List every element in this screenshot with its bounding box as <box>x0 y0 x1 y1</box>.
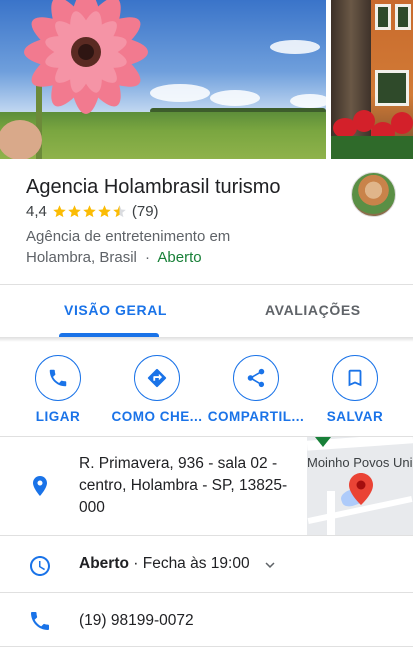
share-button[interactable]: COMPARTIL... <box>206 355 306 424</box>
star-icon <box>83 205 96 218</box>
separator-dot: · <box>145 249 151 266</box>
hours-row[interactable]: Aberto · Fecha às 19:00 <box>79 555 250 573</box>
hours-detail: · Fecha às 19:00 <box>128 555 250 572</box>
category-line: Agência de entretenimento em Holambra, B… <box>26 226 266 268</box>
share-button-label: COMPARTIL... <box>207 409 305 424</box>
tabs-shadow <box>0 337 413 342</box>
location-pin-icon <box>28 474 52 498</box>
tab-reviews[interactable]: AVALIAÇÕES <box>265 302 361 318</box>
phone-icon <box>49 369 67 387</box>
save-button-label: SALVAR <box>326 409 384 424</box>
divider <box>0 535 413 536</box>
directions-button-circle[interactable] <box>134 355 180 401</box>
star-icon <box>53 205 66 218</box>
reviews-count: (79) <box>131 203 159 220</box>
place-name: Agencia Holambrasil turismo <box>26 176 281 198</box>
directions-button[interactable]: COMO CHE... <box>107 355 207 424</box>
star-icon <box>98 205 111 218</box>
divider <box>0 284 413 285</box>
hours-status: Aberto <box>79 555 129 572</box>
star-half-icon <box>113 205 126 218</box>
rating-value: 4,4 <box>26 203 47 220</box>
divider <box>0 646 413 647</box>
call-button-label: LIGAR <box>35 409 81 424</box>
map-thumbnail[interactable]: Moinho Povos Uni <box>307 437 413 535</box>
map-label: Moinho Povos Uni <box>307 455 413 470</box>
directions-icon <box>147 368 167 388</box>
phone-number[interactable]: (19) 98199-0072 <box>79 612 194 630</box>
rating-stars <box>52 204 127 219</box>
directions-button-label: COMO CHE... <box>111 409 203 424</box>
save-button-circle[interactable] <box>332 355 378 401</box>
place-photo-main[interactable] <box>0 0 326 159</box>
call-button[interactable]: LIGAR <box>8 355 108 424</box>
rating-row[interactable]: 4,4 (79) <box>26 203 159 220</box>
place-photo-secondary[interactable] <box>331 0 413 159</box>
flower-image <box>0 0 148 159</box>
open-status: Aberto <box>157 249 202 266</box>
address-text[interactable]: R. Primavera, 936 - sala 02 - centro, Ho… <box>79 453 301 519</box>
photo-gallery[interactable] <box>0 0 413 159</box>
owner-avatar[interactable] <box>351 172 396 217</box>
clock-icon <box>28 554 52 578</box>
map-pin-icon <box>349 473 373 505</box>
divider <box>0 592 413 593</box>
tab-overview[interactable]: VISÃO GERAL <box>64 302 167 318</box>
phone-icon <box>28 609 52 633</box>
bookmark-icon <box>348 369 362 387</box>
star-icon <box>68 205 81 218</box>
share-button-circle[interactable] <box>233 355 279 401</box>
chevron-down-icon[interactable] <box>261 556 279 574</box>
share-icon <box>247 368 265 388</box>
call-button-circle[interactable] <box>35 355 81 401</box>
save-button[interactable]: SALVAR <box>305 355 405 424</box>
